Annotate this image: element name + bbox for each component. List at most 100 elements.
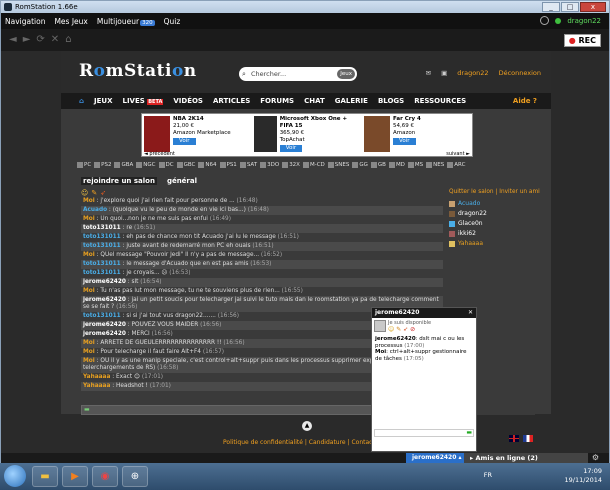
chat-user[interactable]: ikki62 bbox=[449, 229, 539, 239]
chat-user[interactable]: Acuado bbox=[449, 199, 539, 209]
header-username[interactable]: dragon22 bbox=[457, 69, 488, 77]
taskbar-folder-icon[interactable]: ▬ bbox=[32, 466, 58, 487]
console-filter-32x[interactable]: 32X bbox=[282, 162, 300, 168]
taskbar-romstation-icon[interactable]: ⊕ bbox=[122, 466, 148, 487]
profile-icon[interactable]: ▣ bbox=[441, 69, 447, 77]
console-filter-n64[interactable]: N64 bbox=[198, 162, 217, 168]
tab-ressources[interactable]: RESSOURCES bbox=[414, 97, 466, 105]
message-author[interactable]: Acuado bbox=[83, 207, 107, 213]
console-filter-ps2[interactable]: PS2 bbox=[94, 162, 111, 168]
menu-navigation[interactable]: Navigation bbox=[5, 17, 45, 26]
pm-block-icon[interactable]: ⊘ bbox=[410, 326, 415, 333]
console-filter-m-cd[interactable]: M-CD bbox=[302, 162, 325, 168]
tab-chat[interactable]: CHAT bbox=[304, 97, 325, 105]
tab-lives[interactable]: LIVES BETA bbox=[122, 97, 164, 105]
friends-online-tab[interactable]: ▸ Amis en ligne (2) bbox=[464, 453, 588, 463]
search-category-button[interactable]: Jeux bbox=[337, 69, 355, 79]
console-filter-arc[interactable]: ARC bbox=[447, 162, 465, 168]
message-author[interactable]: toto131011 bbox=[83, 313, 121, 319]
product-thumbnail[interactable] bbox=[364, 116, 390, 152]
language-indicator[interactable]: FR bbox=[484, 471, 492, 480]
record-button[interactable]: ● REC bbox=[563, 34, 601, 47]
settings-circle-icon[interactable] bbox=[540, 16, 550, 25]
close-button[interactable]: x bbox=[580, 2, 606, 12]
clock-date[interactable]: 19/11/2014 bbox=[565, 476, 602, 485]
tab-forums[interactable]: FORUMS bbox=[260, 97, 294, 105]
console-filter-gbc[interactable]: GBC bbox=[176, 162, 195, 168]
mail-icon[interactable]: ✉ bbox=[426, 69, 431, 77]
stop-icon[interactable]: ✕ bbox=[51, 34, 59, 45]
message-author[interactable]: jerome62420 bbox=[83, 331, 126, 337]
menu-multijoueur[interactable]: Multijoueur 320 bbox=[97, 17, 155, 26]
console-filter-md[interactable]: MD bbox=[388, 162, 405, 168]
pm-bird-icon[interactable]: ➶ bbox=[403, 326, 408, 333]
french-flag-icon[interactable] bbox=[523, 435, 533, 442]
message-author[interactable]: Moi bbox=[83, 198, 95, 204]
back-arrow-icon[interactable]: ◄ bbox=[9, 34, 17, 45]
tab-rejoindre-salon[interactable]: rejoindre un salon bbox=[81, 177, 157, 185]
console-filter-snes[interactable]: SNES bbox=[327, 162, 349, 168]
carousel-prev-link[interactable]: ◄ précédent bbox=[144, 151, 175, 157]
message-author[interactable]: Moi bbox=[83, 216, 95, 222]
console-filter-ngc[interactable]: NGC bbox=[136, 162, 156, 168]
pm-emoji-icon[interactable]: ▬ bbox=[466, 429, 472, 436]
product-card[interactable]: Microsoft Xbox One + FIFA 15 365,90 € TopA… bbox=[252, 114, 362, 156]
console-filter-dc[interactable]: DC bbox=[158, 162, 174, 168]
console-filter-gb[interactable]: GB bbox=[370, 162, 386, 168]
chat-user[interactable]: dragon22 bbox=[449, 209, 539, 219]
console-filter-gba[interactable]: GBA bbox=[114, 162, 133, 168]
message-author[interactable]: Yahaaaa bbox=[83, 383, 110, 389]
taskbar-chrome-icon[interactable]: ◉ bbox=[92, 466, 118, 487]
product-card[interactable]: NBA 2K14 21,00 € Amazon Marketplace Voir bbox=[142, 114, 252, 156]
help-link[interactable]: Aide ? bbox=[513, 97, 537, 105]
message-author[interactable]: Moi bbox=[83, 252, 95, 258]
footer-links[interactable]: Politique de confidentialité | Candidatu… bbox=[223, 439, 375, 446]
pm-input[interactable]: ▬ bbox=[374, 429, 474, 437]
product-view-button[interactable]: Voir bbox=[173, 138, 196, 145]
chat-user[interactable]: Glace0n bbox=[449, 219, 539, 229]
chat-emoji-icon[interactable]: ▬ bbox=[84, 406, 90, 413]
site-logo[interactable]: RomStation bbox=[79, 61, 197, 81]
forward-arrow-icon[interactable]: ► bbox=[23, 34, 31, 45]
bird-icon[interactable]: ➶ bbox=[100, 189, 106, 197]
minimize-button[interactable]: _ bbox=[542, 2, 560, 12]
message-author[interactable]: jerome62420 bbox=[83, 279, 126, 285]
home-tab-icon[interactable]: ⌂ bbox=[79, 97, 84, 105]
message-author[interactable]: jerome62420 bbox=[83, 322, 126, 328]
message-author[interactable]: jerome62420 bbox=[83, 297, 126, 303]
carousel-next-link[interactable]: suivant ► bbox=[446, 151, 470, 157]
product-thumbnail[interactable] bbox=[144, 116, 170, 152]
tab-blogs[interactable]: BLOGS bbox=[378, 97, 404, 105]
message-author[interactable]: toto131011 bbox=[83, 234, 121, 240]
message-author[interactable]: toto131011 bbox=[83, 225, 121, 231]
tab-videos[interactable]: VIDÉOS bbox=[173, 97, 203, 105]
taskbar-media-icon[interactable]: ▶ bbox=[62, 466, 88, 487]
console-filter-3do[interactable]: 3DO bbox=[260, 162, 279, 168]
pm-close-icon[interactable]: ✕ bbox=[468, 308, 473, 318]
menu-mes-jeux[interactable]: Mes Jeux bbox=[54, 17, 87, 26]
console-filter-ps1[interactable]: PS1 bbox=[219, 162, 237, 168]
console-filter-nes[interactable]: NES bbox=[426, 162, 444, 168]
pm-dock-tab[interactable]: jerome62420 ▴ bbox=[406, 453, 468, 463]
console-filter-pc[interactable]: PC bbox=[77, 162, 91, 168]
refresh-icon[interactable]: ⟳ bbox=[36, 34, 44, 45]
search-box[interactable]: ⌕ Chercher... Jeux bbox=[239, 67, 357, 81]
product-thumbnail[interactable] bbox=[254, 116, 277, 152]
tab-general[interactable]: général bbox=[165, 177, 199, 185]
scroll-top-icon[interactable]: ▲ bbox=[302, 421, 312, 431]
message-author[interactable]: toto131011 bbox=[83, 270, 121, 276]
message-author[interactable]: toto131011 bbox=[83, 261, 121, 267]
clock-time[interactable]: 17:09 bbox=[565, 467, 602, 476]
product-view-button[interactable]: Voir bbox=[279, 145, 303, 152]
pencil-icon[interactable]: ✎ bbox=[91, 189, 97, 197]
smiley-icon[interactable]: ☺ bbox=[81, 189, 88, 197]
message-author[interactable]: Moi bbox=[83, 358, 95, 364]
message-author[interactable]: Moi bbox=[83, 349, 95, 355]
message-author[interactable]: Yahaaaa bbox=[83, 374, 110, 380]
english-flag-icon[interactable] bbox=[509, 435, 519, 442]
pm-pencil-icon[interactable]: ✎ bbox=[396, 326, 401, 333]
message-author[interactable]: Moi bbox=[83, 340, 95, 346]
chat-room-links[interactable]: Quitter le salon | Inviter un ami bbox=[449, 189, 540, 195]
menu-quiz[interactable]: Quiz bbox=[164, 17, 181, 26]
console-filter-ms[interactable]: MS bbox=[407, 162, 423, 168]
